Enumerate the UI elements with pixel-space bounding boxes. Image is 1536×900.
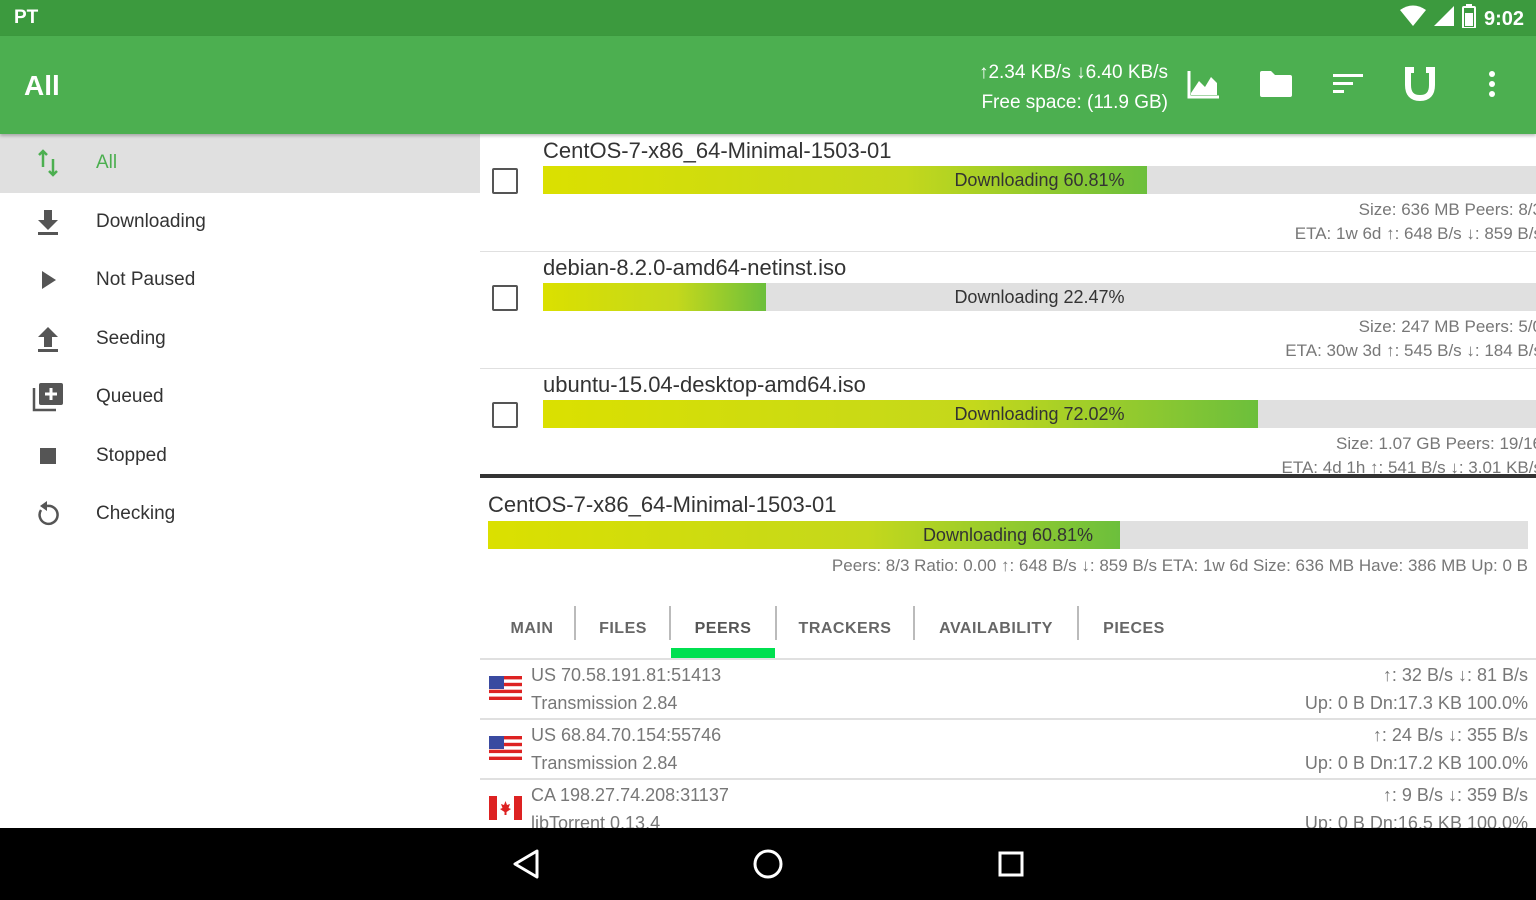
tab-trackers[interactable]: TRACKERS [777, 600, 913, 658]
torrent-size-peers: Size: 636 MB Peers: 8/3 [1358, 200, 1536, 219]
torrent-progress-bar: Downloading 72.02% [543, 400, 1536, 428]
clock: 9:02 [1483, 7, 1524, 30]
transfer-stats: ↑2.34 KB/s ↓6.40 KB/s Free space: (11.9 … [979, 58, 1168, 118]
sidebar-item-all[interactable]: All [0, 134, 480, 193]
peer-progress: Up: 0 B Dn:17.3 KB 100.0% [1304, 693, 1528, 713]
sidebar-item-label: Stopped [96, 444, 167, 466]
queue-add-icon [30, 379, 66, 415]
sidebar-item-seeding[interactable]: Seeding [0, 310, 480, 369]
torrent-row[interactable]: debian-8.2.0-amd64-netinst.iso Downloadi… [480, 251, 1536, 369]
play-icon [30, 262, 66, 298]
peer-progress: Up: 0 B Dn:17.2 KB 100.0% [1304, 753, 1528, 773]
peer-address: CA 198.27.74.208:31137 [531, 785, 729, 805]
peer-client: libTorrent 0.13.4 [531, 813, 661, 828]
torrent-progress-bar: Downloading 22.47% [543, 283, 1536, 311]
sort-icon[interactable] [1330, 66, 1366, 102]
torrent-name: debian-8.2.0-amd64-netinst.iso [543, 255, 847, 280]
peer-row[interactable]: CA 198.27.74.208:31137 libTorrent 0.13.4… [480, 780, 1536, 828]
peer-row[interactable]: US 68.84.70.154:55746 Transmission 2.84 … [480, 720, 1536, 780]
detail-summary: Peers: 8/3 Ratio: 0.00 ↑: 648 B/s ↓: 859… [831, 556, 1528, 575]
peer-client: Transmission 2.84 [531, 693, 678, 713]
sidebar-item-label: Seeding [96, 327, 166, 349]
status-bar: PT 9:02 [0, 0, 1536, 36]
page-title: All [24, 70, 60, 101]
active-tab-indicator [671, 648, 775, 658]
peer-address: US 70.58.191.81:51413 [531, 665, 722, 685]
progress-text: Downloading 22.47% [954, 287, 1125, 307]
sidebar-item-checking[interactable]: Checking [0, 485, 480, 544]
tab-availability[interactable]: AVAILABILITY [915, 600, 1077, 658]
detail-progress-bar: Downloading 60.81% [488, 521, 1528, 549]
sidebar-item-label: Downloading [96, 210, 206, 232]
progress-text: Downloading 72.02% [954, 404, 1125, 424]
recents-icon[interactable] [991, 846, 1031, 882]
torrent-checkbox[interactable] [492, 168, 518, 194]
toolbar-actions [1186, 66, 1510, 102]
torrent-eta-rates: ETA: 30w 3d ↑: 545 B/s ↓: 184 B/s [1285, 341, 1536, 360]
peer-progress: Up: 0 B Dn:16.5 KB 100.0% [1304, 813, 1528, 828]
refresh-icon [30, 496, 66, 532]
app-toolbar: All ↑2.34 KB/s ↓6.40 KB/s Free space: (1… [0, 36, 1536, 134]
download-icon [30, 204, 66, 240]
status-icons: 9:02 [1399, 4, 1524, 34]
graph-icon[interactable] [1186, 66, 1222, 102]
peer-address: US 68.84.70.154:55746 [531, 725, 722, 745]
tab-main[interactable]: MAIN [488, 600, 576, 658]
system-nav-bar [0, 828, 1536, 900]
filter-sidebar: All Downloading Not Paused Seeding Queue… [0, 134, 480, 828]
wifi-icon [1399, 5, 1426, 33]
battery-icon [1461, 4, 1476, 34]
torrent-eta-rates: ETA: 1w 6d ↑: 648 B/s ↓: 859 B/s [1294, 224, 1536, 243]
torrent-size-peers: Size: 1.07 GB Peers: 19/16 [1335, 434, 1536, 453]
tab-pieces[interactable]: PIECES [1079, 600, 1189, 658]
detail-tabs: MAIN FILES PEERS TRACKERS AVAILABILITY P… [480, 600, 1536, 658]
ca-flag-icon [489, 796, 522, 820]
us-flag-icon [489, 676, 522, 700]
upload-icon [30, 321, 66, 357]
signal-icon [1433, 6, 1454, 32]
sidebar-item-not-paused[interactable]: Not Paused [0, 251, 480, 310]
torrent-checkbox[interactable] [492, 285, 518, 311]
folder-icon[interactable] [1258, 66, 1294, 102]
torrent-row[interactable]: ubuntu-15.04-desktop-amd64.iso Downloadi… [480, 368, 1536, 474]
us-flag-icon [489, 736, 522, 760]
sidebar-item-label: Queued [96, 386, 164, 408]
torrent-pane: CentOS-7-x86_64-Minimal-1503-01 Download… [480, 134, 1536, 828]
progress-text: Downloading 60.81% [954, 170, 1125, 190]
torrent-row[interactable]: CentOS-7-x86_64-Minimal-1503-01 Download… [480, 134, 1536, 252]
sidebar-item-label: Not Paused [96, 269, 196, 291]
torrent-checkbox[interactable] [492, 402, 518, 428]
peer-rates: ↑: 9 B/s ↓: 359 B/s [1382, 785, 1528, 805]
stop-icon [30, 438, 66, 474]
carrier-label: PT [14, 7, 39, 28]
detail-torrent-name: CentOS-7-x86_64-Minimal-1503-01 [488, 492, 837, 517]
peer-rates: ↑: 24 B/s ↓: 355 B/s [1372, 725, 1528, 745]
back-icon[interactable] [506, 846, 546, 882]
sidebar-item-label: Checking [96, 503, 176, 525]
sidebar-item-queued[interactable]: Queued [0, 368, 480, 427]
torrent-detail: CentOS-7-x86_64-Minimal-1503-01 Download… [480, 478, 1536, 828]
sidebar-item-stopped[interactable]: Stopped [0, 427, 480, 486]
peer-row[interactable]: US 70.58.191.81:51413 Transmission 2.84 … [480, 660, 1536, 720]
progress-text: Downloading 60.81% [922, 525, 1094, 545]
sidebar-item-downloading[interactable]: Downloading [0, 193, 480, 252]
peer-rates: ↑: 32 B/s ↓: 81 B/s [1382, 665, 1528, 685]
torrent-size-peers: Size: 247 MB Peers: 5/0 [1358, 317, 1536, 336]
magnet-icon[interactable] [1402, 66, 1438, 102]
more-vert-icon[interactable] [1474, 66, 1510, 102]
torrent-eta-rates: ETA: 4d 1h ↑: 541 B/s ↓: 3.01 KB/s [1281, 458, 1536, 474]
torrent-name: ubuntu-15.04-desktop-amd64.iso [543, 372, 866, 397]
peer-client: Transmission 2.84 [531, 753, 678, 773]
speed-readout: ↑2.34 KB/s ↓6.40 KB/s [978, 62, 1168, 83]
torrent-progress-bar: Downloading 60.81% [543, 166, 1536, 194]
updown-arrows-icon [30, 145, 66, 181]
torrent-name: CentOS-7-x86_64-Minimal-1503-01 [543, 138, 892, 163]
home-icon[interactable] [748, 846, 788, 882]
tab-files[interactable]: FILES [576, 600, 670, 658]
free-space-readout: Free space: (11.9 GB) [981, 92, 1168, 113]
sidebar-item-label: All [96, 152, 118, 174]
